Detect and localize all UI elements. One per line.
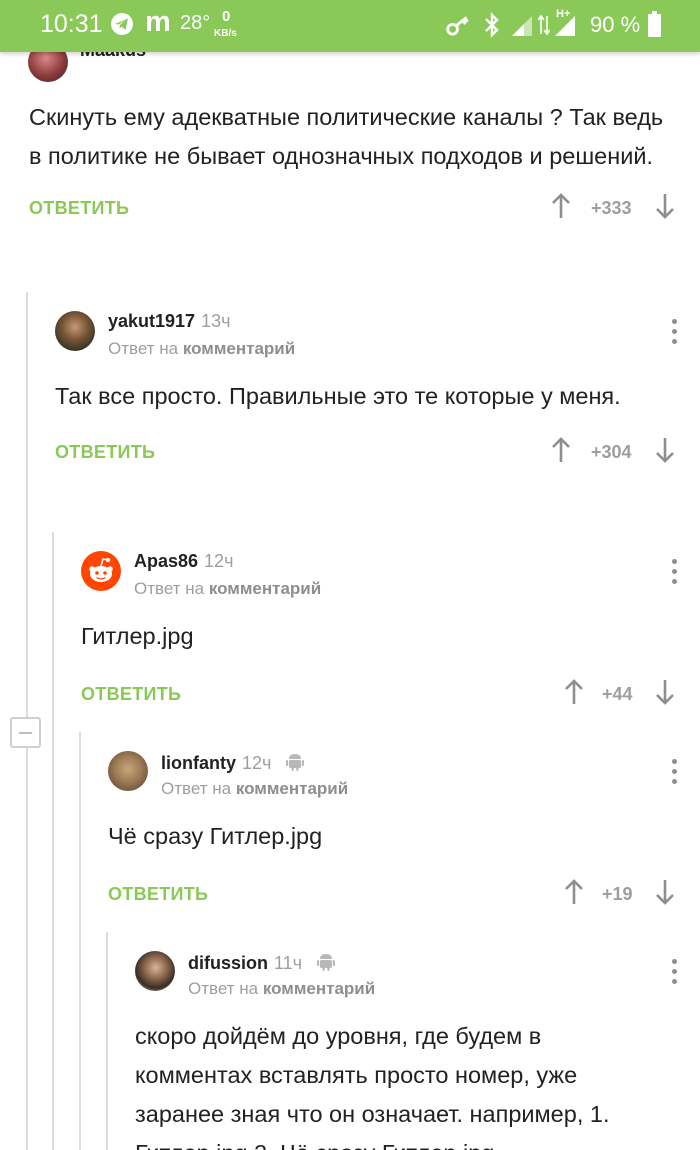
- comment-actions: ОТВЕТИТЬ +333: [29, 192, 679, 232]
- comment: Apas86 12ч Ответ на комментарий Гитлер.jp…: [81, 551, 679, 718]
- thread-line: [79, 732, 81, 1150]
- comment: yakut1917 13ч Ответ на комментарий Так вс…: [55, 311, 679, 476]
- android-icon: [286, 754, 305, 771]
- battery-percent: 90 %: [590, 12, 641, 37]
- collapse-minus-icon[interactable]: [10, 717, 41, 748]
- comment-author-line: difussion 11ч: [188, 951, 336, 974]
- reply-prefix: Ответ на: [188, 979, 259, 998]
- reply-prefix: Ответ на: [161, 779, 232, 798]
- reply-target-link[interactable]: комментарий: [209, 579, 321, 598]
- comment-score: +19: [602, 884, 633, 904]
- reply-to: Ответ на комментарий: [188, 979, 375, 999]
- comment-time: 13ч: [201, 311, 231, 331]
- comment-actions: ОТВЕТИТЬ +304: [55, 436, 679, 476]
- android-icon: [317, 954, 336, 971]
- net-speed-unit: KB/s: [214, 28, 237, 39]
- avatar[interactable]: [81, 551, 121, 591]
- comment-text: Гитлер.jpg: [81, 623, 194, 649]
- thread-line: [52, 532, 54, 1150]
- reply-prefix: Ответ на: [108, 339, 179, 358]
- comment-text: Скинуть ему адекватные политические кана…: [29, 104, 664, 169]
- reply-to: Ответ на комментарий: [134, 579, 321, 599]
- comment-author[interactable]: Apas86: [134, 551, 198, 571]
- more-vertical-icon[interactable]: [669, 559, 679, 585]
- reply-button[interactable]: ОТВЕТИТЬ: [81, 684, 181, 705]
- comment-header: lionfanty 12ч Ответ на комментарий: [108, 751, 679, 807]
- battery-icon: [648, 11, 661, 37]
- comment: Скинуть ему адекватные политические кана…: [29, 98, 679, 232]
- avatar[interactable]: [108, 751, 148, 791]
- status-time: 10:31: [40, 10, 103, 38]
- signal-1-icon: [512, 16, 532, 36]
- comment-score: +333: [591, 198, 632, 218]
- arrow-down-icon[interactable]: [655, 436, 675, 464]
- arrow-up-icon[interactable]: [564, 878, 584, 906]
- more-vertical-icon[interactable]: [669, 759, 679, 785]
- app-m-icon: m: [145, 6, 171, 38]
- net-speed-value: 0: [222, 8, 231, 25]
- comment-author[interactable]: difussion: [188, 953, 268, 973]
- comment-actions: ОТВЕТИТЬ +19: [108, 878, 679, 918]
- status-bar: 10:31 m 28° 0 KB/s H+ 90 %: [0, 0, 700, 52]
- reply-target-link[interactable]: комментарий: [183, 339, 295, 358]
- comment-text: Чё сразу Гитлер.jpg: [108, 823, 323, 849]
- comment-author[interactable]: lionfanty: [161, 753, 236, 773]
- comment-actions: ОТВЕТИТЬ +44: [81, 678, 679, 718]
- comment-author-line: yakut1917 13ч: [108, 311, 230, 332]
- reply-button[interactable]: ОТВЕТИТЬ: [55, 442, 155, 463]
- avatar[interactable]: [55, 311, 95, 351]
- thread-line: [106, 932, 108, 1150]
- arrow-up-icon[interactable]: [551, 192, 571, 220]
- reply-prefix: Ответ на: [134, 579, 205, 598]
- data-transfer-icon: [538, 14, 550, 36]
- reply-button[interactable]: ОТВЕТИТЬ: [108, 884, 208, 905]
- telegram-icon: [111, 13, 133, 35]
- arrow-up-icon[interactable]: [551, 436, 571, 464]
- comment-author-line: Apas86 12ч: [134, 551, 233, 572]
- arrow-down-icon[interactable]: [655, 192, 675, 220]
- comment-score: +44: [602, 684, 633, 704]
- more-vertical-icon[interactable]: [669, 319, 679, 345]
- comment-author-line: lionfanty 12ч: [161, 751, 305, 774]
- reply-target-link[interactable]: комментарий: [236, 779, 348, 798]
- comment-header: Apas86 12ч Ответ на комментарий: [81, 551, 679, 607]
- comment: difussion 11ч Ответ на комментарий скоро …: [135, 951, 679, 1150]
- more-vertical-icon[interactable]: [669, 959, 679, 985]
- reply-target-link[interactable]: комментарий: [263, 979, 375, 998]
- comment-author[interactable]: yakut1917: [108, 311, 195, 331]
- comment-header: difussion 11ч Ответ на комментарий: [135, 951, 679, 1007]
- arrow-down-icon[interactable]: [655, 878, 675, 906]
- reply-to: Ответ на комментарий: [161, 779, 348, 799]
- comment-text: Так все просто. Правильные это те которы…: [55, 383, 621, 409]
- comment-time: 12ч: [204, 551, 234, 571]
- reddit-icon: [89, 557, 113, 582]
- signal-2-icon: [555, 16, 575, 36]
- avatar[interactable]: [135, 951, 175, 991]
- comment-score: +304: [591, 442, 632, 462]
- bluetooth-icon: [485, 12, 499, 38]
- arrow-down-icon[interactable]: [655, 678, 675, 706]
- temperature: 28°: [180, 12, 211, 34]
- reply-button[interactable]: ОТВЕТИТЬ: [29, 198, 129, 219]
- comment-time: 12ч: [242, 753, 272, 773]
- arrow-up-icon[interactable]: [564, 678, 584, 706]
- comment: lionfanty 12ч Ответ на комментарий Чё сра…: [108, 751, 679, 918]
- vpn-key-icon: [446, 16, 469, 36]
- comment-header: yakut1917 13ч Ответ на комментарий: [55, 311, 679, 367]
- comment-time: 11ч: [274, 953, 303, 973]
- comment-text: скоро дойдём до уровня, где будем в комм…: [135, 1023, 610, 1150]
- reply-to: Ответ на комментарий: [108, 339, 295, 359]
